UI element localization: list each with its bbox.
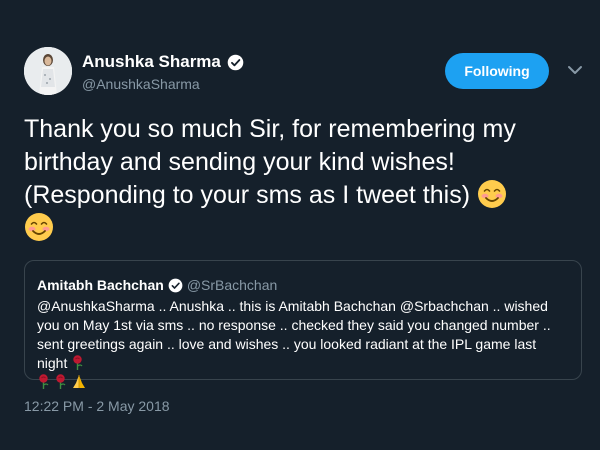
rose-emoji-icon	[56, 374, 66, 389]
tweet-card: Anushka Sharma @AnushkaSharma Following …	[0, 0, 600, 450]
smiling-face-emoji-icon	[25, 213, 53, 241]
rose-emoji-icon	[73, 355, 83, 370]
quoted-tweet-header: Amitabh Bachchan @SrBachchan	[37, 277, 277, 293]
following-button[interactable]: Following	[445, 53, 549, 89]
author-handle[interactable]: @AnushkaSharma	[82, 76, 200, 92]
tweet-body: Thank you so much Sir, for remembering m…	[24, 115, 516, 209]
verified-badge-icon	[168, 278, 183, 292]
avatar-photo	[24, 47, 72, 95]
smiling-face-emoji-icon	[477, 180, 506, 208]
quoted-tweet-body: @AnushkaSharma .. Anushka .. this is Ami…	[37, 298, 551, 371]
tweet-timestamp[interactable]: 12:22 PM - 2 May 2018	[24, 398, 170, 414]
verified-badge-icon	[227, 54, 244, 70]
rose-emoji-icon	[39, 374, 49, 389]
quoted-author-name: Amitabh Bachchan	[37, 277, 164, 293]
quoted-tweet-text: @AnushkaSharma .. Anushka .. this is Ami…	[37, 297, 567, 392]
tweet-text: Thank you so much Sir, for remembering m…	[24, 113, 574, 245]
avatar[interactable]	[24, 47, 72, 95]
author-name-row[interactable]: Anushka Sharma	[82, 52, 244, 72]
author-name[interactable]: Anushka Sharma	[82, 52, 221, 72]
quoted-tweet[interactable]: Amitabh Bachchan @SrBachchan @AnushkaSha…	[24, 260, 582, 389]
chevron-down-icon[interactable]	[566, 63, 584, 77]
folded-hands-emoji-icon	[72, 375, 85, 388]
quoted-author-handle: @SrBachchan	[186, 277, 278, 293]
